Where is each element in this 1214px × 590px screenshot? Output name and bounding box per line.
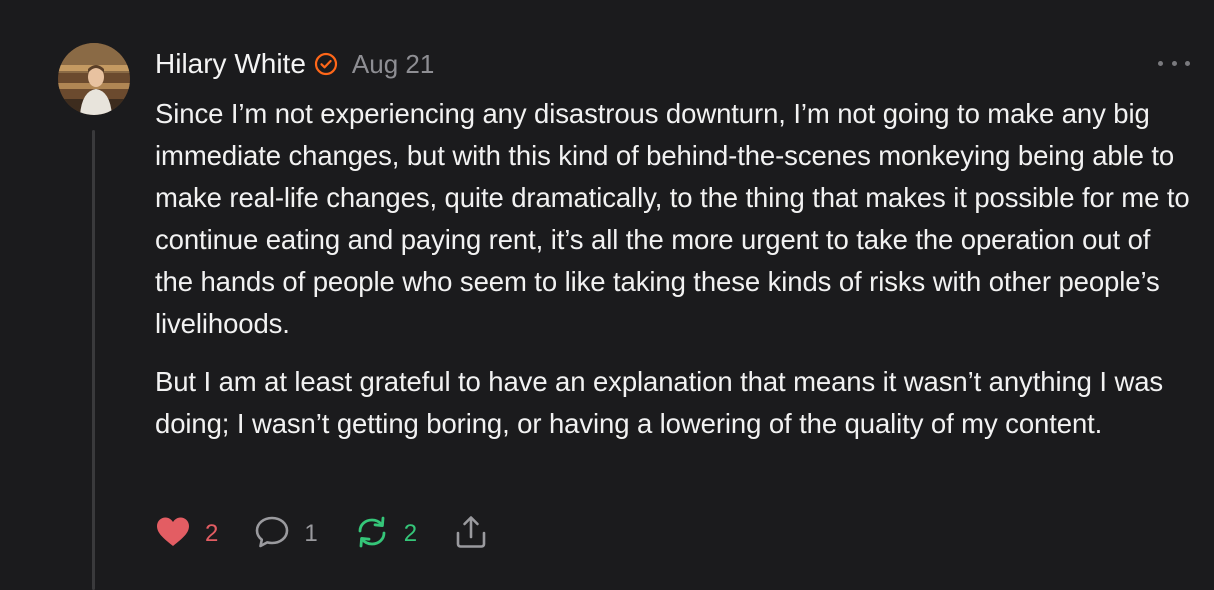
more-dots-icon[interactable] (1158, 52, 1190, 74)
like-count: 2 (205, 520, 219, 547)
like-button[interactable]: 2 (155, 516, 218, 553)
restack-icon (354, 515, 390, 554)
comment-bubble-icon (254, 515, 290, 554)
post-date[interactable]: Aug 21 (352, 49, 434, 80)
post-paragraph: Since I’m not experiencing any disastrou… (155, 98, 1190, 339)
restack-button[interactable]: 2 (354, 515, 417, 554)
avatar[interactable] (58, 43, 130, 115)
share-button[interactable] (453, 515, 489, 554)
post-body: Since I’m not experiencing any disastrou… (155, 93, 1195, 445)
author-name[interactable]: Hilary White (155, 48, 306, 80)
post-header: Hilary White Aug 21 (155, 44, 434, 84)
verified-check-icon (314, 52, 338, 76)
share-icon (453, 515, 489, 554)
avatar-image (58, 43, 130, 115)
post-paragraph: But I am at least grateful to have an ex… (155, 366, 1164, 439)
restack-count: 2 (403, 520, 418, 547)
comment-count: 1 (304, 520, 318, 547)
heart-icon (155, 516, 191, 553)
action-bar: 2 1 2 (155, 512, 525, 556)
thread-line (92, 130, 95, 590)
comment-button[interactable]: 1 (254, 515, 318, 554)
